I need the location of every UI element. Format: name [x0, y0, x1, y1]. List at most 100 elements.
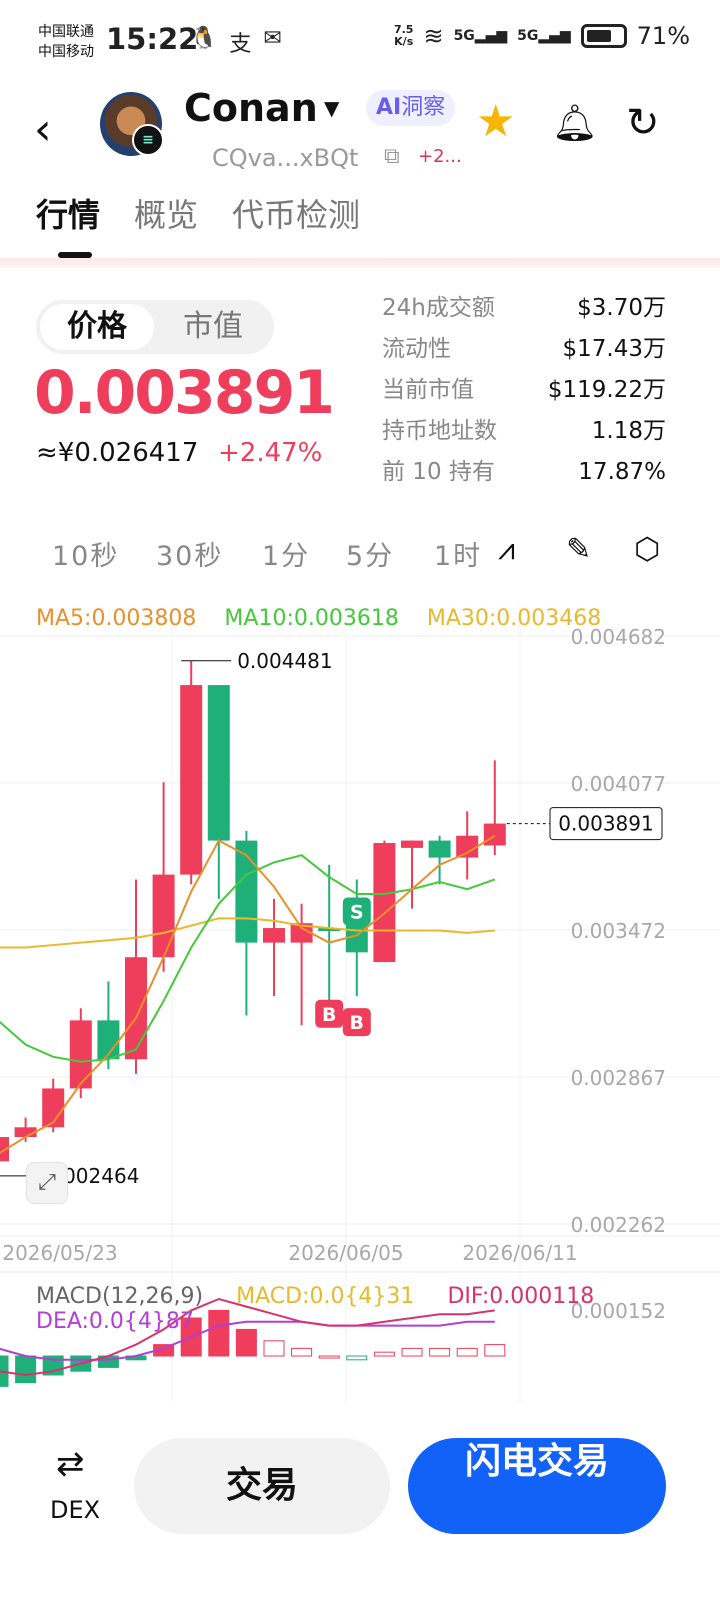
candle-body	[125, 957, 147, 1060]
stat-row: 持币地址数 1.18万	[382, 411, 666, 452]
stat-label: 当前市值	[382, 377, 474, 403]
solana-chain-icon: ≡	[132, 124, 164, 156]
interval-10s[interactable]: 10秒	[52, 534, 119, 573]
ai-insight-button[interactable]: AI洞察	[366, 90, 456, 126]
macd-bar	[291, 1347, 313, 1357]
stat-value: $119.22万	[547, 377, 666, 403]
macd-bar	[429, 1347, 451, 1357]
ma-legend: MA5:0.003808 MA10:0.003618 MA30:0.003468	[36, 606, 601, 631]
candle-body	[263, 928, 285, 943]
ma5-legend: MA5:0.003808	[36, 606, 197, 631]
dex-icon[interactable]: ⇄	[56, 1444, 85, 1484]
tab-overview[interactable]: 概览	[134, 190, 198, 258]
cny-price: ≈¥0.026417	[36, 438, 199, 468]
ma30-legend: MA30:0.003468	[426, 606, 602, 631]
signal-1: 5G▂▄▆	[453, 28, 508, 44]
tab-token-check[interactable]: 代币检测	[232, 190, 360, 258]
stat-row: 当前市值 $119.22万	[382, 370, 666, 411]
y-tick-label: 0.002262	[571, 1213, 666, 1237]
macd-bar	[484, 1344, 506, 1357]
dex-label[interactable]: DEX	[50, 1496, 100, 1524]
notification-icons: 🐧 支 ✉	[190, 26, 282, 58]
interval-1h[interactable]: 1时	[434, 534, 482, 573]
ai-insight-prefix: AI	[376, 95, 402, 120]
candle-body	[180, 685, 203, 875]
price-mcap-toggle: 价格 市值	[36, 300, 274, 354]
carrier-1: 中国联通	[38, 24, 94, 40]
high-price-label: 0.004481	[237, 649, 332, 673]
token-name[interactable]: Conan	[184, 86, 318, 130]
macd-bar	[456, 1347, 478, 1357]
candle-body	[483, 823, 506, 846]
share-icon[interactable]: ↻	[626, 100, 660, 146]
net-speed: 7.5 K/s	[394, 24, 414, 48]
candle-body	[373, 843, 396, 963]
sell-marker-label: S	[350, 901, 364, 923]
clock: 15:22	[106, 22, 199, 56]
interval-5m[interactable]: 5分	[346, 534, 394, 573]
kline-chart[interactable]: 0.004682 0.004077 0.003472 0.002867 0.002262…	[0, 596, 720, 1402]
token-address: CQva...xBQt	[212, 144, 359, 172]
back-icon[interactable]: ‹	[34, 104, 52, 155]
macd-title: MACD(12,26,9)	[36, 1284, 204, 1309]
alipay-icon: 支	[229, 32, 252, 57]
indicator-icon[interactable]: ⩘	[498, 532, 515, 567]
ma10-legend: MA10:0.003618	[224, 606, 399, 631]
candle-body	[456, 835, 479, 858]
stat-label: 流动性	[382, 336, 451, 362]
status-bar: 中国联通 中国移动 15:22 🐧 支 ✉ 7.5 K/s ≋ 5G▂▄▆ 5G…	[0, 0, 720, 82]
x-tick-label: 2026/06/11	[462, 1241, 577, 1265]
more-chains-link[interactable]: +2...	[418, 146, 462, 167]
macd-bar	[15, 1355, 37, 1384]
candle-body	[401, 840, 423, 848]
stat-label: 持币地址数	[382, 418, 497, 444]
stat-row: 24h成交额 $3.70万	[382, 288, 666, 329]
candle-body	[69, 1020, 92, 1089]
interval-30s[interactable]: 30秒	[156, 534, 223, 573]
macd-bar	[373, 1351, 395, 1357]
signal-1-label: 5G	[453, 28, 475, 44]
candle-body	[152, 874, 175, 958]
macd-bar	[263, 1340, 285, 1357]
battery-percent: 71%	[636, 22, 690, 50]
flash-trade-button[interactable]: 闪电交易	[408, 1438, 666, 1534]
stat-label: 前 10 持有	[382, 459, 495, 485]
candle-body	[207, 685, 230, 841]
copy-icon[interactable]: ⧉	[384, 144, 400, 169]
wifi-icon: ≋	[423, 22, 444, 50]
tab-market[interactable]: 行情	[36, 190, 100, 258]
token-header: ‹ ≡ Conan ▼ AI洞察 CQva...xBQt ⧉ +2... ★ 🔔…	[0, 84, 720, 184]
bottom-action-bar: ⇄ DEX 交易 闪电交易	[0, 1402, 720, 1610]
expand-chart-icon[interactable]: ⤢	[26, 1162, 68, 1204]
interval-bar: 10秒 30秒 1分 5分 1时 ⩘ ✎ ⬡	[0, 524, 720, 580]
trade-button[interactable]: 交易	[134, 1438, 390, 1534]
x-tick-label: 2026/06/05	[288, 1241, 403, 1265]
token-stats: 24h成交额 $3.70万 流动性 $17.43万 当前市值 $119.22万 持币地…	[382, 288, 666, 493]
mail-icon: ✉	[263, 26, 282, 51]
y-tick-label: 0.002867	[571, 1066, 666, 1090]
signal-2-label: 5G	[517, 28, 539, 44]
draw-pen-icon[interactable]: ✎	[566, 532, 591, 567]
dif-value: DIF:0.000118	[447, 1284, 595, 1309]
dea-value: DEA:0.0{4}87	[36, 1309, 194, 1334]
stat-value: 17.87%	[578, 459, 666, 485]
stat-row: 流动性 $17.43万	[382, 329, 666, 370]
y-tick-label: 0.004077	[571, 772, 666, 796]
stat-value: $17.43万	[562, 336, 666, 362]
chart-settings-icon[interactable]: ⬡	[634, 532, 660, 567]
tab-divider	[0, 258, 720, 268]
chevron-down-icon[interactable]: ▼	[324, 96, 339, 120]
favorite-star-icon[interactable]: ★	[476, 96, 515, 147]
toggle-market-cap[interactable]: 市值	[156, 304, 270, 350]
macd-bar	[318, 1355, 340, 1359]
carrier-2: 中国移动	[38, 44, 94, 60]
carrier-info: 中国联通 中国移动	[38, 22, 94, 62]
interval-1m[interactable]: 1分	[262, 534, 310, 573]
y-tick-label: 0.003472	[571, 919, 666, 943]
candle-body	[428, 840, 451, 858]
kline-svg: 0.0046820.0040770.0034720.0028670.002262…	[0, 606, 720, 1402]
macd-legend: MACD(12,26,9) MACD:0.0{4}31 DIF:0.000118…	[36, 1284, 636, 1334]
main-tabs: 行情 概览 代币检测	[36, 190, 360, 258]
alert-bell-icon[interactable]: 🔔︎	[552, 102, 598, 144]
toggle-price[interactable]: 价格	[40, 304, 154, 350]
